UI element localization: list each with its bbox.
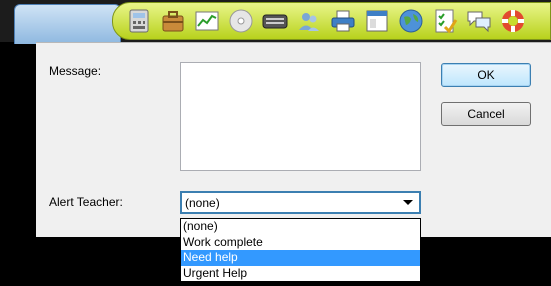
chat-icon[interactable]	[463, 5, 495, 37]
option-urgent-help[interactable]: Urgent Help	[181, 266, 420, 282]
alert-teacher-label: Alert Teacher:	[49, 195, 123, 209]
select-value: (none)	[185, 195, 220, 210]
keyboard-icon[interactable]	[259, 5, 291, 37]
option-work-complete[interactable]: Work complete	[181, 235, 420, 251]
calculator-icon[interactable]	[123, 5, 155, 37]
option-need-help[interactable]: Need help	[181, 250, 420, 266]
globe-icon[interactable]	[395, 5, 427, 37]
lifebuoy-icon[interactable]	[497, 5, 529, 37]
briefcase-icon[interactable]	[157, 5, 189, 37]
chart-icon[interactable]	[191, 5, 223, 37]
left-bottom-strip	[0, 237, 36, 286]
top-toolbar	[0, 0, 551, 44]
window-icon[interactable]	[361, 5, 393, 37]
message-dialog: Message: OK Cancel Alert Teacher: (none)	[36, 42, 551, 237]
blue-tab[interactable]	[14, 4, 121, 44]
alert-teacher-select[interactable]: (none)	[180, 191, 421, 214]
printer-icon[interactable]	[327, 5, 359, 37]
icon-strip	[112, 2, 551, 40]
cd-icon[interactable]	[225, 5, 257, 37]
cancel-button[interactable]: Cancel	[441, 102, 531, 126]
users-icon[interactable]	[293, 5, 325, 37]
message-textarea[interactable]	[180, 62, 421, 171]
alert-teacher-options: (none) Work complete Need help Urgent He…	[180, 218, 421, 282]
dropdown-arrow-icon[interactable]	[403, 200, 413, 205]
message-label: Message:	[49, 64, 102, 78]
ok-button[interactable]: OK	[441, 63, 531, 87]
checklist-icon[interactable]	[429, 5, 461, 37]
option-none[interactable]: (none)	[181, 219, 420, 235]
